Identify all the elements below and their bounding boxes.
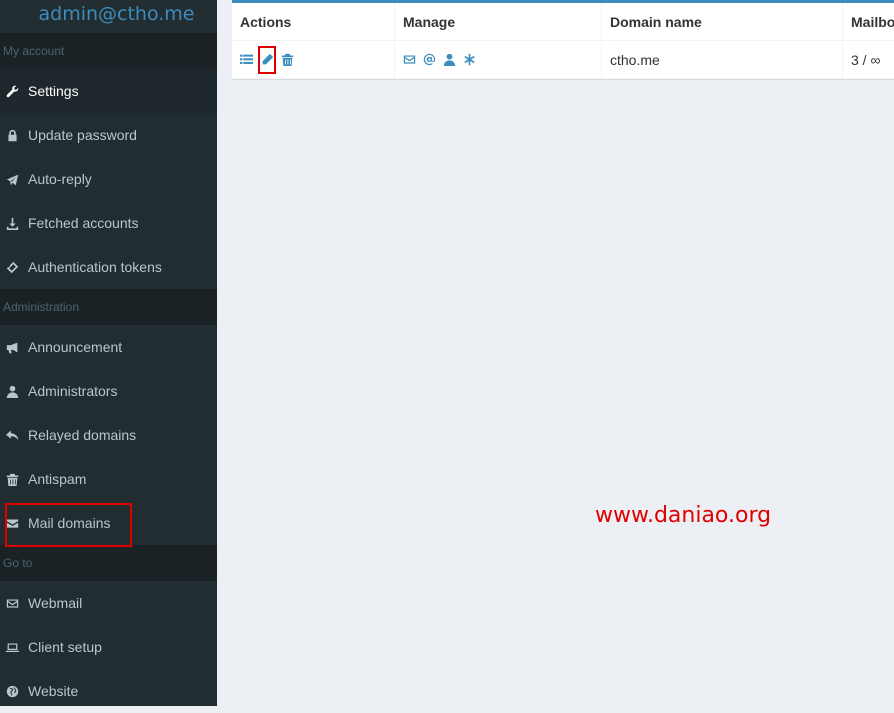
section-header-my-account: My account — [0, 33, 217, 69]
sidebar: admin@ctho.me My account Settings Update… — [0, 0, 217, 706]
sidebar-item-label: Settings — [28, 83, 79, 99]
envelope-icon[interactable] — [403, 53, 416, 66]
sidebar-item-label: Client setup — [28, 639, 102, 655]
lock-icon — [5, 128, 20, 143]
sidebar-item-label: Update password — [28, 127, 137, 143]
sidebar-item-mail-domains[interactable]: Mail domains — [0, 501, 217, 545]
actions-cell — [232, 41, 395, 79]
table-header-row: Actions Manage Domain name Mailbo — [232, 3, 894, 41]
sidebar-item-label: Authentication tokens — [28, 259, 162, 275]
watermark-text: www.daniao.org — [595, 503, 771, 528]
table-row: ctho.me 3 / ∞ — [232, 41, 894, 79]
sidebar-item-label: Relayed domains — [28, 427, 136, 443]
sidebar-item-label: Webmail — [28, 595, 82, 611]
sidebar-item-label: Website — [28, 683, 78, 699]
globe-icon — [5, 684, 20, 699]
bullhorn-icon — [5, 340, 20, 355]
sidebar-item-label: Auto-reply — [28, 171, 92, 187]
mailboxes-cell: 3 / ∞ — [843, 41, 894, 79]
list-icon[interactable] — [240, 53, 253, 66]
column-header-actions: Actions — [232, 3, 395, 41]
sidebar-item-settings[interactable]: Settings — [0, 69, 217, 113]
pencil-icon — [261, 53, 274, 66]
sidebar-item-auto-reply[interactable]: Auto-reply — [0, 157, 217, 201]
sidebar-item-fetched-accounts[interactable]: Fetched accounts — [0, 201, 217, 245]
section-header-goto: Go to — [0, 545, 217, 581]
manage-cell — [395, 41, 602, 79]
section-header-administration: Administration — [0, 289, 217, 325]
at-sign-icon[interactable] — [423, 53, 436, 66]
domains-table-box: Actions Manage Domain name Mailbo — [232, 0, 894, 79]
column-header-manage: Manage — [395, 3, 602, 41]
trash-icon[interactable] — [281, 53, 294, 66]
trash-icon — [5, 472, 20, 487]
download-icon — [5, 216, 20, 231]
column-header-domain-name[interactable]: Domain name — [602, 3, 843, 41]
sidebar-item-authentication-tokens[interactable]: Authentication tokens — [0, 245, 217, 289]
asterisk-icon[interactable] — [463, 53, 476, 66]
sidebar-item-update-password[interactable]: Update password — [0, 113, 217, 157]
sidebar-item-client-setup[interactable]: Client setup — [0, 625, 217, 669]
edit-button[interactable] — [258, 46, 276, 74]
sidebar-item-relayed-domains[interactable]: Relayed domains — [0, 413, 217, 457]
sidebar-item-label: Announcement — [28, 339, 122, 355]
sidebar-item-label: Administrators — [28, 383, 117, 399]
sidebar-item-administrators[interactable]: Administrators — [0, 369, 217, 413]
domains-table: Actions Manage Domain name Mailbo — [232, 3, 894, 79]
envelope-icon — [5, 516, 20, 531]
sidebar-item-antispam[interactable]: Antispam — [0, 457, 217, 501]
column-header-mailboxes[interactable]: Mailbo — [843, 3, 894, 41]
user-icon[interactable] — [443, 53, 456, 66]
reply-icon — [5, 428, 20, 443]
laptop-icon — [5, 640, 20, 655]
sidebar-item-label: Fetched accounts — [28, 215, 139, 231]
main-content: Actions Manage Domain name Mailbo — [232, 0, 894, 79]
brand-logo[interactable]: admin@ctho.me — [0, 0, 217, 33]
wrench-icon — [5, 84, 20, 99]
sidebar-item-label: Mail domains — [28, 515, 110, 531]
sidebar-item-website[interactable]: Website — [0, 669, 217, 713]
sidebar-item-webmail[interactable]: Webmail — [0, 581, 217, 625]
envelope-outline-icon — [5, 596, 20, 611]
sidebar-item-label: Antispam — [28, 471, 86, 487]
ticket-icon — [5, 260, 20, 275]
domain-name-cell: ctho.me — [602, 41, 843, 79]
sidebar-item-announcement[interactable]: Announcement — [0, 325, 217, 369]
user-icon — [5, 384, 20, 399]
plane-icon — [5, 172, 20, 187]
